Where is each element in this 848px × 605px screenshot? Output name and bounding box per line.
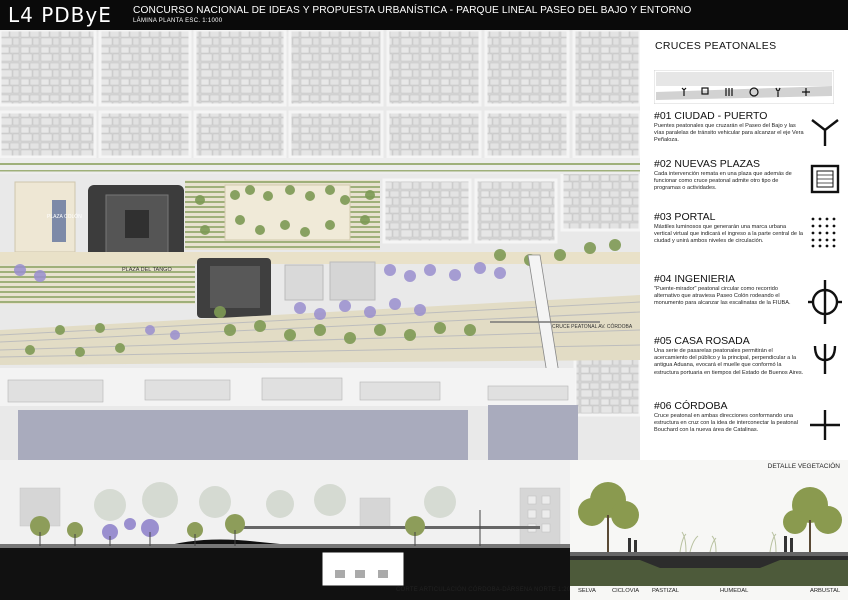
zone-label: ARBUSTAL [810,588,841,594]
sheet-title: CONCURSO NACIONAL DE IDEAS Y PROPUESTA U… [133,5,692,16]
section-cut: CORTE ARTICULACIÓN CÓRDOBA-DÁRSENA NORTE… [0,460,574,600]
crossing-item-06: #06 CÓRDOBA Cruce peatonal en ambas dire… [654,400,804,435]
crossing-desc: Cruce peatonal en ambas direcciones conf… [654,413,798,434]
crossings-panel: CRUCES PEATONALES #01 CIUDAD - PUERTO Pu… [640,30,848,460]
section-cut-drawing [0,460,570,600]
site-plan-drawing: PLAZA COLÓN PLAZA DEL TANGO CRUCE PEATON… [0,28,642,460]
sheet-code: L4 PDByE [8,3,112,27]
vegetation-detail-drawing [570,460,848,600]
zone-label: SELVA [578,588,596,594]
crossing-title: #04 INGENIERIA [654,273,736,285]
crossings-title: CRUCES PEATONALES [655,40,777,52]
circle-cross-icon [808,280,842,324]
zone-label: PASTIZAL [652,588,679,594]
y-branch-icon [811,119,839,146]
crossing-title: #03 PORTAL [654,211,716,223]
square-frame-icon [810,164,840,194]
crossing-title: #06 CÓRDOBA [654,400,728,412]
crossings-location-strip [654,70,834,104]
section-caption: CORTE ARTICULACIÓN CÓRDOBA-DÁRSENA NORTE… [396,587,574,593]
crossing-title: #05 CASA ROSADA [654,335,750,347]
crossing-title: #02 NUEVAS PLAZAS [654,158,761,170]
plus-cross-icon [810,410,840,440]
crossing-desc: Una serie de pasarelas peatonales permit… [654,348,804,376]
crossing-desc: Puentes peatonales que cruzarán el Paseo… [654,123,804,144]
crossing-desc: "Puente-mirador" peatonal circular como … [654,286,791,307]
detail-title: DETALLE VEGETACIÓN [767,463,840,470]
site-plan: PLAZA COLÓN PLAZA DEL TANGO CRUCE PEATON… [0,28,642,460]
crossing-desc: Mástiles luminosos que generarán una mar… [654,224,803,245]
zone-label: HUMEDAL [720,588,749,594]
crossing-desc: Cada intervención remata en una plaza qu… [654,171,792,192]
crossing-item-02: #02 NUEVAS PLAZAS Cada intervención rema… [654,158,804,193]
vegetation-detail: DETALLE VEGETACIÓN SELVA CICLOVIA PASTIZ… [570,460,848,600]
crossing-item-01: #01 CIUDAD - PUERTO Puentes peatonales q… [654,110,804,145]
crossing-title: #01 CIUDAD - PUERTO [654,110,768,122]
crossing-item-05: #05 CASA ROSADA Una serie de pasarelas p… [654,335,804,377]
sheet-subtitle: LÁMINA PLANTA ESC. 1:1000 [133,18,223,24]
plaza-tango-label: PLAZA DEL TANGO [122,267,172,273]
zone-label: CICLOVIA [612,588,640,594]
plaza-colon-label: PLAZA COLÓN [47,213,82,220]
title-bar: L4 PDByE CONCURSO NACIONAL DE IDEAS Y PR… [0,0,848,30]
dot-grid-icon [811,217,836,248]
crossing-item-04: #04 INGENIERIA "Puente-mirador" peatonal… [654,273,804,308]
trident-icon [813,344,837,374]
crossing-item-03: #03 PORTAL Mástiles luminosos que genera… [654,211,804,246]
cruce-cordoba-label: CRUCE PEATONAL AV. CÓRDOBA [552,323,633,330]
